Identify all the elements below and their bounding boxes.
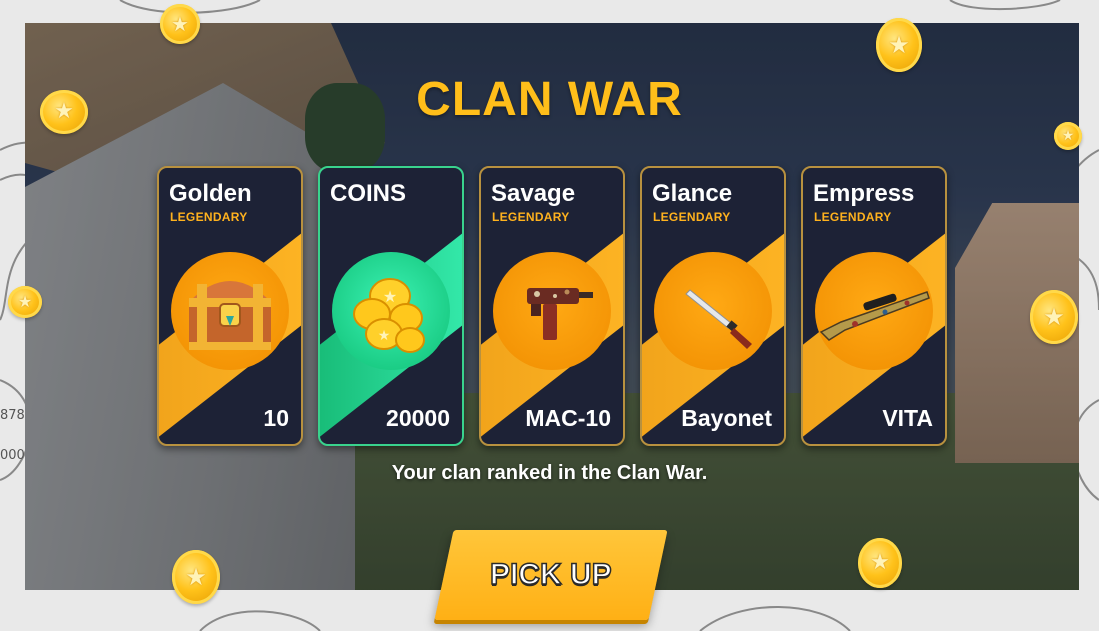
reward-card-coins: ★ ★ COINS 20000: [318, 166, 464, 446]
treasure-chest-icon: [189, 281, 271, 350]
svg-text:★: ★: [378, 328, 391, 344]
reward-value: MAC-10: [525, 405, 611, 431]
coin-icon: ★: [160, 4, 200, 44]
coin-icon: ★: [1030, 290, 1078, 344]
reward-rarity: LEGENDARY: [653, 210, 731, 224]
coin-icon: ★: [858, 538, 902, 588]
reward-card-savage: Savage LEGENDARY MAC-10: [479, 166, 625, 446]
hud-readout: 000: [0, 448, 25, 463]
pick-up-button[interactable]: PICK UP: [434, 530, 668, 620]
knife-icon: [685, 289, 752, 349]
smg-icon: [527, 288, 593, 340]
pick-up-label: PICK UP: [489, 557, 612, 592]
reward-name: Golden: [169, 180, 252, 207]
reward-value: 20000: [386, 405, 450, 431]
screen-title: CLAN WAR: [416, 73, 683, 126]
coin-icon: ★: [876, 18, 922, 72]
sniper-rifle-icon: [819, 291, 930, 341]
reward-card-golden: Golden LEGENDARY 10: [157, 166, 303, 446]
coin-icon: ★: [8, 286, 42, 318]
reward-value: Bayonet: [681, 405, 772, 431]
reward-rarity: LEGENDARY: [170, 210, 248, 224]
coin-icon: ★: [172, 550, 220, 604]
reward-rarity: LEGENDARY: [814, 210, 892, 224]
rank-message: Your clan ranked in the Clan War.: [391, 462, 708, 484]
reward-rarity: LEGENDARY: [492, 210, 570, 224]
reward-card-empress: Empress LEGENDARY VITA: [801, 166, 947, 446]
reward-name: Glance: [652, 180, 733, 207]
coin-stack-icon: ★ ★: [353, 278, 425, 353]
reward-value: 10: [263, 405, 289, 431]
hud-readout: 878: [0, 408, 25, 423]
reward-name: Empress: [813, 180, 915, 207]
reward-name: Savage: [491, 180, 576, 207]
reward-value: VITA: [882, 405, 933, 431]
reward-card-glance: Glance LEGENDARY Bayonet: [640, 166, 786, 446]
reward-name: COINS: [330, 180, 407, 207]
svg-text:★: ★: [383, 287, 397, 306]
